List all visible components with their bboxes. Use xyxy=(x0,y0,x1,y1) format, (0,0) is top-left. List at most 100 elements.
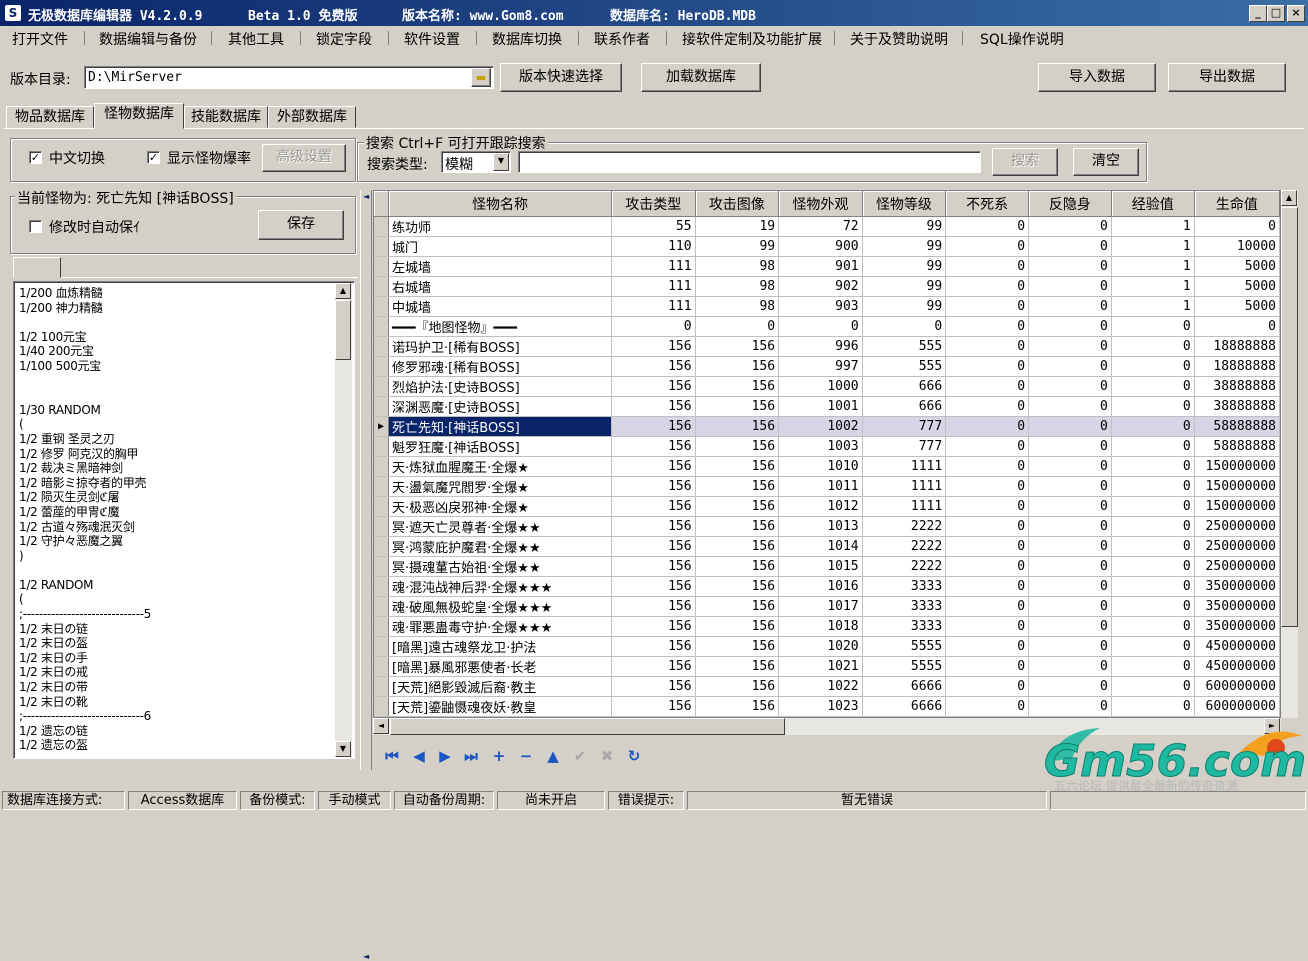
cell-value[interactable]: 0 xyxy=(1111,496,1195,517)
cell-value[interactable]: 2222 xyxy=(862,516,947,537)
cell-monster-name[interactable]: 诺玛护卫·[稀有BOSS] xyxy=(388,336,612,357)
cell-value[interactable]: 1020 xyxy=(778,636,863,657)
cell-value[interactable]: 156 xyxy=(611,356,696,377)
cell-value[interactable]: 156 xyxy=(611,336,696,357)
cell-value[interactable]: 0 xyxy=(1028,556,1112,577)
cell-value[interactable]: 98 xyxy=(695,296,780,317)
cell-value[interactable]: 1 xyxy=(1111,256,1195,277)
cell-value[interactable]: 10000 xyxy=(1194,236,1280,257)
browse-folder-button[interactable]: ▬ xyxy=(471,68,491,87)
cell-value[interactable]: 156 xyxy=(695,336,780,357)
cell-value[interactable]: 0 xyxy=(1111,316,1195,337)
menu-contact[interactable]: 联系作者 xyxy=(594,29,650,49)
cell-value[interactable]: 0 xyxy=(945,416,1030,437)
row-indicator[interactable] xyxy=(374,216,390,237)
cell-value[interactable]: 0 xyxy=(611,316,696,337)
table-row[interactable]: 魂·混沌战神后羿·全爆★★★ 156 156 1016 3333 0 0 0 350000000 xyxy=(374,576,1280,597)
search-input[interactable] xyxy=(518,151,981,173)
cell-value[interactable]: 156 xyxy=(695,596,780,617)
cell-value[interactable]: 0 xyxy=(1028,576,1112,597)
cell-value[interactable]: 0 xyxy=(1028,636,1112,657)
cell-value[interactable]: 0 xyxy=(1028,516,1112,537)
cell-value[interactable]: 0 xyxy=(945,316,1030,337)
cell-value[interactable]: 38888888 xyxy=(1194,376,1280,397)
clear-button[interactable]: 清空 xyxy=(1073,148,1139,176)
cell-value[interactable]: 0 xyxy=(1028,616,1112,637)
menu-sql-help[interactable]: SQL操作说明 xyxy=(980,29,1064,49)
cell-value[interactable]: 0 xyxy=(945,456,1030,477)
cell-value[interactable]: 1018 xyxy=(778,616,863,637)
grid-vscroll-thumb[interactable] xyxy=(1281,207,1298,627)
table-row[interactable]: ━━━『地图怪物』━━━ 0 0 0 0 0 0 0 0 xyxy=(374,316,1280,337)
cell-monster-name[interactable]: 冥·遮天亡灵尊者·全爆★★ xyxy=(388,516,612,537)
cell-value[interactable]: 1111 xyxy=(862,476,947,497)
cell-value[interactable]: 156 xyxy=(695,356,780,377)
table-row[interactable]: 深渊恶魔·[史诗BOSS] 156 156 1001 666 0 0 0 38888888 xyxy=(374,396,1280,417)
header-attack-image[interactable]: 攻击图像 xyxy=(695,191,780,217)
cell-value[interactable]: 111 xyxy=(611,296,696,317)
header-attack-type[interactable]: 攻击类型 xyxy=(611,191,696,217)
cell-value[interactable]: 0 xyxy=(1028,236,1112,257)
cell-value[interactable]: 901 xyxy=(778,256,863,277)
cell-value[interactable]: 99 xyxy=(862,276,947,297)
cell-value[interactable]: 0 xyxy=(1028,296,1112,317)
edit-record-icon[interactable]: ▲ xyxy=(544,748,562,764)
cell-value[interactable]: 1022 xyxy=(778,676,863,697)
table-row[interactable]: 中城墙 111 98 903 99 0 0 1 5000 xyxy=(374,296,1280,317)
cell-value[interactable]: 996 xyxy=(778,336,863,357)
cell-value[interactable]: 0 xyxy=(695,316,780,337)
row-indicator[interactable] xyxy=(374,236,390,257)
cell-value[interactable]: 156 xyxy=(611,536,696,557)
cell-monster-name[interactable]: [暗黑]遠古魂祭龙卫·护法 xyxy=(388,636,612,657)
cell-value[interactable]: 0 xyxy=(945,636,1030,657)
cell-value[interactable]: 997 xyxy=(778,356,863,377)
menu-db-switch[interactable]: 数据库切换 xyxy=(492,29,562,49)
row-indicator[interactable] xyxy=(374,356,390,377)
cell-value[interactable]: 0 xyxy=(778,316,863,337)
cell-value[interactable]: 0 xyxy=(945,476,1030,497)
row-indicator[interactable] xyxy=(374,336,390,357)
cell-value[interactable]: 902 xyxy=(778,276,863,297)
row-indicator[interactable] xyxy=(374,256,390,277)
cell-value[interactable]: 0 xyxy=(1111,356,1195,377)
cell-value[interactable]: 0 xyxy=(945,236,1030,257)
cell-value[interactable]: 1013 xyxy=(778,516,863,537)
cell-value[interactable]: 0 xyxy=(945,616,1030,637)
cell-value[interactable]: 156 xyxy=(695,636,780,657)
cell-value[interactable]: 903 xyxy=(778,296,863,317)
cell-value[interactable]: 0 xyxy=(945,436,1030,457)
cell-value[interactable]: 150000000 xyxy=(1194,456,1280,477)
cell-value[interactable]: 99 xyxy=(862,296,947,317)
cell-value[interactable]: 0 xyxy=(945,596,1030,617)
row-indicator[interactable] xyxy=(374,616,390,637)
table-row[interactable]: [暗黑]暴風邪悪使者·长老 156 156 1021 5555 0 0 0 450000000 xyxy=(374,656,1280,677)
search-type-select[interactable]: 模糊 ▼ xyxy=(441,151,511,173)
cell-value[interactable]: 0 xyxy=(1111,516,1195,537)
row-indicator[interactable] xyxy=(374,656,390,677)
cell-value[interactable]: 0 xyxy=(1028,476,1112,497)
table-row[interactable]: 魂·破風無极蛇皇·全爆★★★ 156 156 1017 3333 0 0 0 350000000 xyxy=(374,596,1280,617)
cell-value[interactable]: 156 xyxy=(611,596,696,617)
cell-value[interactable]: 0 xyxy=(1111,636,1195,657)
cell-value[interactable]: 0 xyxy=(945,496,1030,517)
cell-value[interactable]: 600000000 xyxy=(1194,696,1280,717)
cell-value[interactable]: 666 xyxy=(862,396,947,417)
cell-value[interactable]: 156 xyxy=(695,416,780,437)
cell-value[interactable]: 0 xyxy=(945,656,1030,677)
menu-open-file[interactable]: 打开文件 xyxy=(12,29,68,49)
cell-value[interactable]: 110 xyxy=(611,236,696,257)
minimize-button[interactable]: _ xyxy=(1249,5,1267,22)
cell-monster-name[interactable]: 右城墙 xyxy=(388,276,612,297)
drop-list-tab[interactable] xyxy=(13,257,61,278)
grid-scroll-up-icon[interactable]: ▲ xyxy=(1281,190,1297,206)
cell-value[interactable]: 0 xyxy=(1111,416,1195,437)
cell-value[interactable]: 0 xyxy=(1028,416,1112,437)
cell-value[interactable]: 156 xyxy=(611,616,696,637)
cell-value[interactable]: 1 xyxy=(1111,276,1195,297)
cell-value[interactable]: 250000000 xyxy=(1194,556,1280,577)
cell-value[interactable]: 98 xyxy=(695,256,780,277)
drop-list-box[interactable]: 1/200 血炼精髓 1/200 神力精髓 1/2 100元宝 1/40 200元宝 1… xyxy=(13,281,355,759)
menu-data-edit[interactable]: 数据编辑与备份 xyxy=(99,29,197,49)
cell-value[interactable]: 5000 xyxy=(1194,296,1280,317)
maximize-button[interactable]: □ xyxy=(1267,5,1285,22)
